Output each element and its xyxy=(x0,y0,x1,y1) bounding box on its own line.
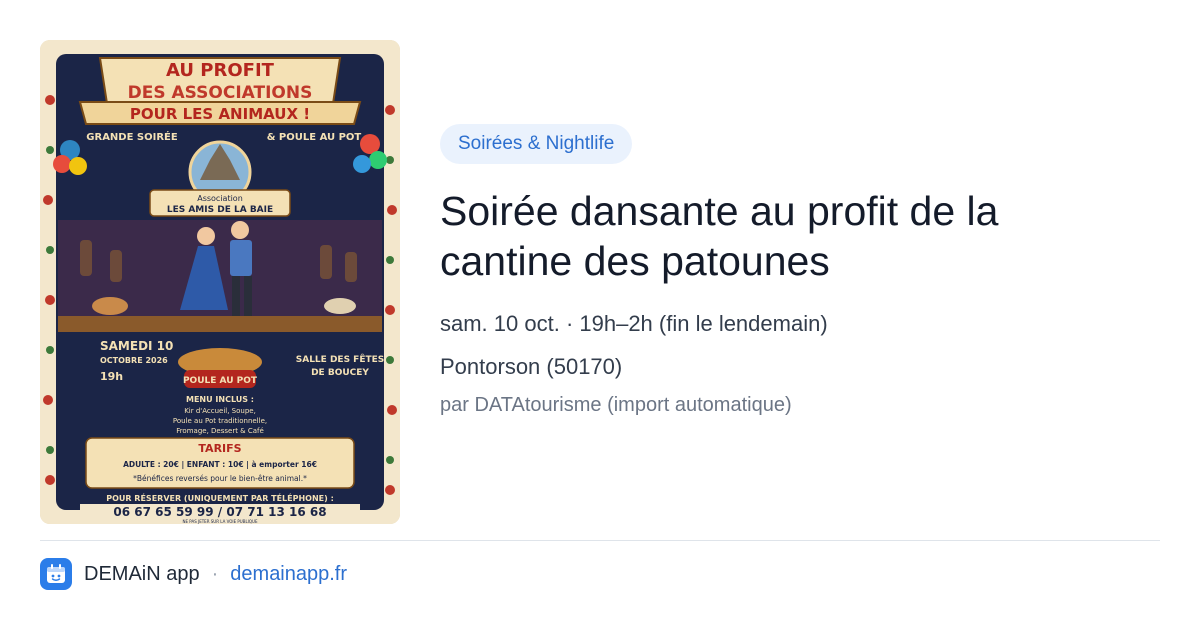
poster-assoc-line2: LES AMIS DE LA BAIE xyxy=(167,205,273,215)
poster-menu-title: MENU INCLUS : xyxy=(186,395,254,404)
event-datetime: sam. 10 oct. · 19h–2h (fin le lendemain) xyxy=(440,311,828,336)
poster-time: 19h xyxy=(100,370,123,383)
footer-separator: · xyxy=(211,562,219,585)
poster-reserve-line: POUR RÉSERVER (UNIQUEMENT PAR TÉLÉPHONE)… xyxy=(106,492,334,503)
poster-fineprint: NE PAS JETER SUR LA VOIE PUBLIQUE xyxy=(183,519,258,524)
poster-tarifs-note: *Bénéfices reversés pour le bien-être an… xyxy=(133,474,307,483)
poster-venue-line1: SALLE DES FÊTES xyxy=(296,353,385,365)
poster-date-line2: OCTOBRE 2026 xyxy=(100,356,168,365)
app-logo-icon xyxy=(40,558,72,590)
app-domain-link[interactable]: demainapp.fr xyxy=(230,563,347,586)
poster-menu-line3: Fromage, Dessert & Café xyxy=(176,427,264,435)
category-badge[interactable]: Soirées & Nightlife xyxy=(440,124,633,164)
poster-header-line3: POUR LES ANIMAUX ! xyxy=(130,105,310,123)
event-details: Soirées & Nightlife Soirée dansante au p… xyxy=(440,124,1160,417)
footer-divider xyxy=(40,540,1160,541)
app-name: DEMAiN app xyxy=(84,562,200,585)
poster-menu-line2: Poule au Pot traditionnelle, xyxy=(173,417,267,425)
poster-tarifs-title: TARIFS xyxy=(198,442,241,455)
poster-subtitle-right: & POULE AU POT xyxy=(267,132,362,143)
event-title: Soirée dansante au profit de la cantine … xyxy=(440,188,999,284)
poster-tarifs-line: ADULTE : 20€ | ENFANT : 10€ | à emporter… xyxy=(123,460,317,470)
poster-phones: 06 67 65 59 99 / 07 71 13 16 68 xyxy=(113,505,326,519)
poster-header-line1: AU PROFIT xyxy=(166,60,275,81)
event-poster-image: AU PROFIT DES ASSOCIATIONS POUR LES ANIM… xyxy=(40,40,400,524)
poster-date-line1: SAMEDI 10 xyxy=(100,339,173,353)
event-source: par DATAtourisme (import automatique) xyxy=(440,394,792,416)
poster-subtitle-left: GRANDE SOIRÉE xyxy=(86,130,178,143)
poster-assoc-line1: Association xyxy=(197,194,243,203)
footer: DEMAiN app · demainapp.fr xyxy=(40,558,347,590)
poster-header-line2: DES ASSOCIATIONS xyxy=(128,83,313,103)
poster-dish-label: POULE AU POT xyxy=(183,376,258,386)
poster-venue-line2: DE BOUCEY xyxy=(311,368,369,378)
event-location: Pontorson (50170) xyxy=(440,354,623,379)
poster-menu-line1: Kir d'Accueil, Soupe, xyxy=(184,407,256,415)
